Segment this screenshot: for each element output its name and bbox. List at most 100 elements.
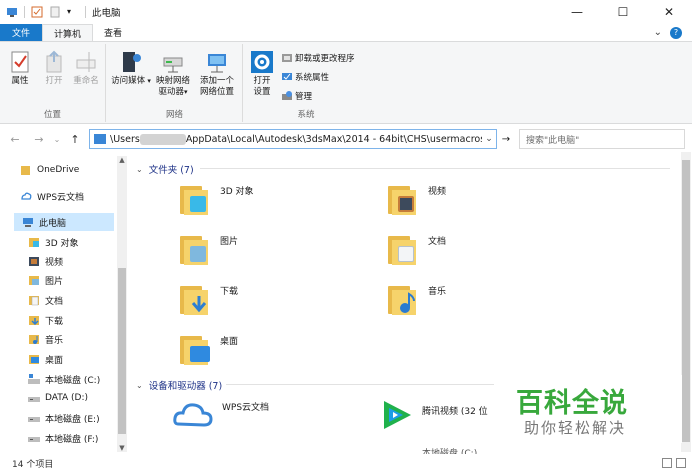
sidebar-item-drive-f[interactable]: 本地磁盘 (F:) (28, 429, 98, 447)
manage-button[interactable]: 管理 (282, 90, 312, 102)
folders-header-label: 文件夹 (7) (148, 165, 194, 176)
sidebar-item-documents[interactable]: 文档 (28, 291, 63, 309)
device-label: WPS云文档 (222, 402, 270, 413)
sidebar-item-music[interactable]: 音乐 (28, 330, 63, 348)
go-arrow-icon[interactable]: → (498, 131, 514, 147)
open-settings-label-1: 打开 (253, 76, 271, 86)
device-tencent-video[interactable]: 腾讯视频 (32 位 (380, 398, 488, 432)
system-properties-button[interactable]: 系统属性 (282, 71, 329, 83)
watermark: 百科全说 助你轻松解决 (494, 375, 682, 443)
folder-label: 音乐 (428, 286, 447, 297)
rename-button[interactable]: 重命名 (70, 48, 102, 87)
folder-label: 文档 (428, 236, 447, 247)
scroll-up-icon[interactable]: ▲ (117, 156, 127, 164)
folder-desktop[interactable]: 桌面 (180, 332, 238, 366)
address-bar[interactable]: \Users AppData\Local\Autodesk\3dsMax\2014… (89, 129, 497, 149)
folder-3d-objects[interactable]: 3D 对象 (180, 182, 254, 216)
map-drive-dropdown-icon: ▾ (184, 88, 188, 96)
sidebar-item-pictures[interactable]: 图片 (28, 271, 63, 289)
location-group-label: 位置 (43, 110, 61, 120)
device-drive-c[interactable]: 本地磁盘 (C:) (392, 444, 478, 455)
properties-button[interactable]: 属性 (4, 48, 36, 87)
collapse-chevron-icon[interactable]: ⌄ (136, 381, 143, 390)
customize-quick-access-icon[interactable]: ▾ (67, 6, 79, 18)
sidebar-item-this-pc[interactable]: 此电脑 (14, 213, 114, 231)
folder-label: 桌面 (220, 336, 239, 347)
new-folder-quick-icon[interactable] (49, 6, 61, 18)
tab-view[interactable]: 查看 (93, 24, 133, 41)
sidebar-item-label: 下载 (45, 316, 64, 327)
sidebar-item-downloads[interactable]: 下载 (28, 311, 63, 329)
minimize-button[interactable]: — (554, 0, 600, 24)
drive-icon (28, 393, 40, 404)
scrollbar-thumb[interactable] (118, 268, 126, 434)
folder-music[interactable]: 音乐 (388, 282, 446, 316)
sidebar-item-label: 视频 (45, 257, 64, 268)
open-settings-button[interactable]: 打开 设置 (247, 48, 277, 98)
access-media-label: 访问媒体 (111, 76, 146, 86)
ribbon-controls: ⌄ ? (654, 24, 692, 41)
folder-videos[interactable]: 视频 (388, 182, 446, 216)
sidebar-item-label: 音乐 (45, 335, 64, 346)
close-button[interactable]: ✕ (646, 0, 692, 24)
sidebar-item-onedrive[interactable]: OneDrive (20, 161, 79, 179)
settings-gear-icon (251, 50, 273, 74)
folders-section-header[interactable]: ⌄ 文件夹 (7) (136, 162, 194, 177)
up-button[interactable]: ↑ (66, 130, 84, 148)
folder-documents[interactable]: 文档 (388, 232, 446, 266)
add-network-location-button[interactable]: 添加一个 网络位置 (195, 48, 239, 98)
search-input[interactable]: 搜索"此电脑" (519, 129, 685, 149)
sidebar-item-label: 3D 对象 (45, 238, 79, 249)
pictures-folder-icon (180, 232, 212, 266)
access-media-button[interactable]: 访问媒体 ▾ (111, 48, 151, 87)
device-label: 本地磁盘 (C:) (422, 448, 478, 455)
properties-quick-icon[interactable] (31, 6, 43, 18)
device-wps-cloud[interactable]: WPS云文档 (172, 400, 269, 430)
divider (226, 384, 494, 385)
uninstall-label: 卸载或更改程序 (295, 54, 355, 64)
open-label: 打开 (45, 76, 63, 86)
scrollbar-thumb[interactable] (682, 160, 690, 442)
devices-header-label: 设备和驱动器 (7) (148, 381, 223, 392)
folder-downloads[interactable]: 下载 (180, 282, 238, 316)
sidebar-item-drive-d[interactable]: DATA (D:) (28, 389, 88, 407)
sidebar-item-videos[interactable]: 视频 (28, 252, 63, 270)
3d-objects-folder-icon (180, 182, 212, 216)
folder-pictures[interactable]: 图片 (180, 232, 238, 266)
back-button[interactable]: ← (6, 130, 24, 148)
sidebar-item-desktop[interactable]: 桌面 (28, 350, 63, 368)
tab-computer[interactable]: 计算机 (42, 24, 94, 41)
sidebar-item-label: 文档 (45, 296, 64, 307)
sidebar-item-drive-e[interactable]: 本地磁盘 (E:) (28, 409, 100, 427)
network-group-label: 网络 (165, 110, 183, 120)
details-view-icon[interactable] (662, 458, 672, 468)
videos-icon (28, 256, 40, 267)
address-dropdown-icon[interactable]: ⌄ (482, 134, 496, 144)
network-location-icon (206, 50, 228, 74)
scroll-down-icon[interactable]: ▼ (117, 444, 127, 452)
sidebar-item-wps-cloud[interactable]: WPS云文档 (20, 187, 84, 205)
open-button[interactable]: 打开 (38, 48, 70, 87)
tab-file[interactable]: 文件 (0, 24, 43, 41)
navigation-bar: ← → ⌄ ↑ \Users AppData\Local\Autodesk\3ds… (0, 128, 692, 150)
sidebar-item-3d-objects[interactable]: 3D 对象 (28, 233, 79, 251)
desktop-folder-icon (180, 332, 212, 366)
open-settings-label-2: 设置 (253, 87, 271, 97)
maximize-button[interactable]: ☐ (600, 0, 646, 24)
large-icons-view-icon[interactable] (676, 458, 686, 468)
properties-label: 属性 (11, 76, 29, 86)
sidebar-scrollbar[interactable]: ▲ ▼ (117, 156, 127, 452)
network-drive-icon (162, 50, 184, 74)
expand-ribbon-icon[interactable]: ⌄ (654, 27, 662, 38)
sidebar-item-drive-c[interactable]: 本地磁盘 (C:) (28, 370, 100, 388)
content-scrollbar[interactable] (681, 152, 691, 452)
uninstall-program-button[interactable]: 卸载或更改程序 (282, 52, 355, 64)
map-network-drive-button[interactable]: 映射网络 驱动器▾ (153, 48, 193, 98)
help-icon[interactable]: ? (670, 26, 682, 39)
forward-button[interactable]: → (30, 130, 48, 148)
collapse-chevron-icon[interactable]: ⌄ (136, 165, 143, 174)
devices-section-header[interactable]: ⌄ 设备和驱动器 (7) (136, 378, 223, 393)
access-media-dropdown-icon: ▾ (145, 77, 151, 85)
recent-locations-button[interactable]: ⌄ (48, 130, 66, 148)
address-path[interactable]: \Users AppData\Local\Autodesk\3dsMax\2014… (110, 133, 482, 145)
